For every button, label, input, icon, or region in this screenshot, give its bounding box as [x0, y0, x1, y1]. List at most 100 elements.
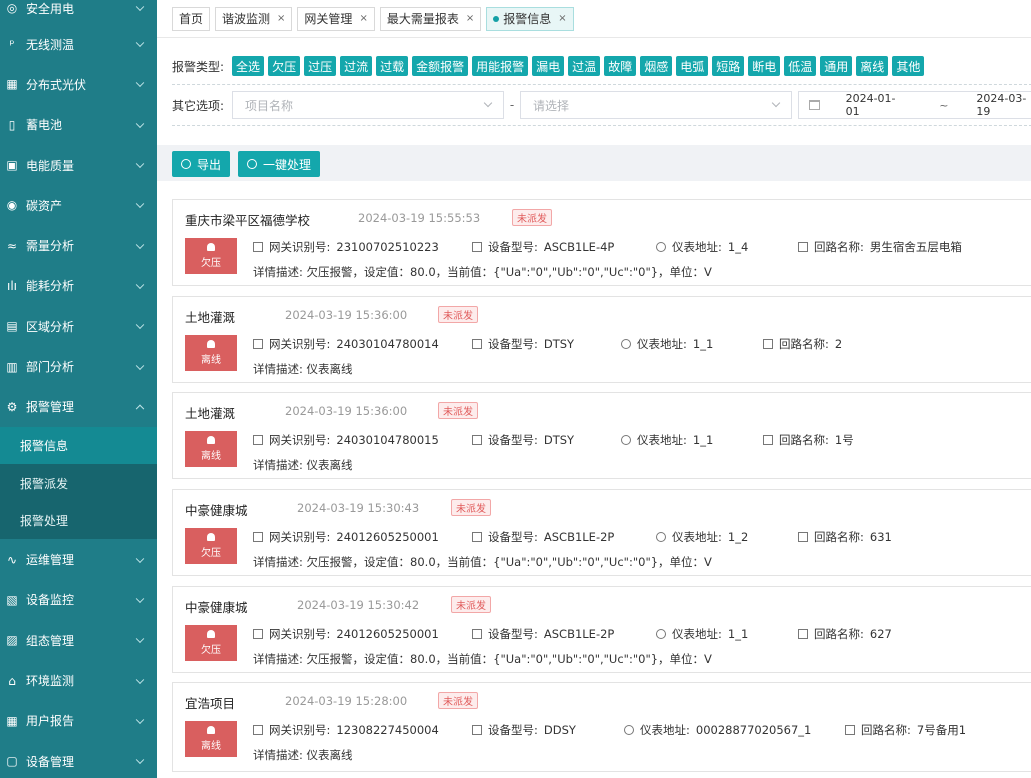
device-icon [472, 435, 482, 445]
sidebar-item-power-quality[interactable]: ▣ 电能质量 [0, 145, 157, 185]
gateway-field: 网关识别号: 24012605250001 [253, 529, 439, 545]
type-button[interactable]: 过压 [304, 56, 337, 76]
tab-max-demand[interactable]: 最大需量报表 × [379, 6, 482, 31]
project-select[interactable]: 项目名称 [232, 91, 505, 119]
option-select[interactable]: 请选择 [520, 91, 793, 119]
type-button[interactable]: 离线 [856, 56, 889, 76]
sidebar-item-label: 电能质量 [26, 158, 75, 173]
detail-value: 欠压报警，设定值：80.0，当前值：{"Ua":"0","Ub":"0","Uc… [306, 265, 712, 279]
date-range-picker[interactable]: 2024-01-01 ~ 2024-03-19 [798, 91, 1031, 119]
type-button[interactable]: 过温 [568, 56, 601, 76]
detail-value: 欠压报警，设定值：80.0，当前值：{"Ua":"0","Ub":"0","Uc… [306, 555, 712, 569]
sidebar-item-label: 组态管理 [26, 633, 75, 648]
alarm-card[interactable]: 重庆市梁平区福德学校 2024-03-19 15:55:53 未派发 欠压 网关… [172, 199, 1031, 286]
type-button[interactable]: 断电 [748, 56, 781, 76]
type-button[interactable]: 故障 [604, 56, 637, 76]
sidebar-item-device-manage[interactable]: ▢ 设备管理 [0, 741, 157, 778]
close-icon[interactable]: × [466, 13, 474, 24]
type-button[interactable]: 漏电 [532, 56, 565, 76]
sidebar-subitem-alarm-info[interactable]: 报警信息 [0, 426, 157, 465]
sidebar-item-department[interactable]: ▥ 部门分析 [0, 346, 157, 386]
alarm-time: 2024-03-19 15:30:42 [297, 598, 420, 612]
alarm-card[interactable]: 土地灌溉 2024-03-19 15:36:00 未派发 离线 网关识别号: 2… [172, 392, 1031, 479]
sidebar-item-alarm[interactable]: ⚙ 报警管理 [0, 387, 157, 427]
sidebar-item-device-monitor[interactable]: ▧ 设备监控 [0, 580, 157, 620]
tab-label: 网关管理 [304, 12, 353, 26]
meter-icon [624, 725, 634, 735]
alarm-card[interactable]: 中豪健康城 2024-03-19 15:30:43 未派发 欠压 网关识别号: … [172, 489, 1031, 576]
meter-icon [621, 339, 631, 349]
sidebar-item-config[interactable]: ▨ 组态管理 [0, 620, 157, 660]
sidebar-item-energy[interactable]: ılı 能耗分析 [0, 266, 157, 306]
type-button[interactable]: 欠压 [268, 56, 301, 76]
type-button[interactable]: 其他 [892, 56, 925, 76]
sidebar-item-label: 能耗分析 [26, 279, 75, 294]
date-start[interactable]: 2024-01-01 [846, 92, 907, 118]
detail-value: 欠压报警，设定值：80.0，当前值：{"Ua":"0","Ub":"0","Uc… [306, 652, 712, 666]
alarm-type-label: 离线 [201, 355, 221, 366]
type-button[interactable]: 用能报警 [472, 56, 529, 76]
export-button[interactable]: 导出 [172, 151, 231, 177]
sidebar-item-safety[interactable]: ◎ 安全用电 [0, 0, 157, 24]
select-placeholder: 请选择 [533, 98, 570, 113]
gateway-field: 网关识别号: 12308227450004 [253, 722, 439, 738]
device-icon [472, 629, 482, 639]
type-button[interactable]: 过流 [340, 56, 373, 76]
gateway-field: 网关识别号: 24012605250001 [253, 626, 439, 642]
sidebar-subitem-alarm-process[interactable]: 报警处理 [0, 502, 157, 540]
alarm-title: 宜浩项目 [185, 696, 236, 711]
device-icon: ▢ [6, 754, 18, 769]
type-button[interactable]: 金额报警 [412, 56, 469, 76]
type-button[interactable]: 通用 [820, 56, 853, 76]
alarm-title: 中豪健康城 [185, 503, 248, 518]
sidebar-item-label: 安全用电 [26, 1, 75, 16]
type-button[interactable]: 过载 [376, 56, 409, 76]
paperclip-icon [178, 156, 194, 172]
close-icon[interactable]: × [359, 13, 367, 24]
sidebar-subitem-alarm-dispatch[interactable]: 报警派发 [0, 464, 157, 502]
type-button[interactable]: 电弧 [676, 56, 709, 76]
sidebar-item-demand[interactable]: ≈ 需量分析 [0, 225, 157, 265]
sidebar-item-label: 分布式光伏 [26, 77, 87, 92]
other-options-label: 其它选项: [172, 98, 225, 113]
sidebar-item-user-report[interactable]: ▦ 用户报告 [0, 701, 157, 741]
device-value: DTSY [543, 433, 575, 447]
sidebar-item-battery[interactable]: ▯ 蓄电池 [0, 105, 157, 145]
device-field: 设备型号: DTSY [472, 336, 574, 352]
type-button[interactable]: 烟感 [640, 56, 673, 76]
device-value: DDSY [543, 723, 576, 737]
sidebar-item-solar[interactable]: ▦ 分布式光伏 [0, 64, 157, 104]
detail-value: 仪表离线 [306, 362, 353, 376]
chevron-down-icon [135, 78, 145, 88]
one-click-process-button[interactable]: 一键处理 [238, 151, 321, 177]
alarm-card[interactable]: 宜浩项目 2024-03-19 15:28:00 未派发 离线 网关识别号: 1… [172, 682, 1031, 772]
tab-gateway[interactable]: 网关管理 × [297, 6, 375, 31]
battery-icon: ▯ [8, 117, 16, 132]
alarm-card[interactable]: 中豪健康城 2024-03-19 15:30:42 未派发 欠压 网关识别号: … [172, 586, 1031, 673]
sidebar-item-carbon[interactable]: ◉ 碳资产 [0, 185, 157, 225]
type-button[interactable]: 全选 [232, 56, 265, 76]
alarm-type-label: 欠压 [201, 548, 221, 559]
chevron-down-icon [135, 280, 145, 289]
tab-home[interactable]: 首页 [172, 6, 211, 31]
alarm-card[interactable]: 土地灌溉 2024-03-19 15:36:00 未派发 离线 网关识别号: 2… [172, 296, 1031, 383]
date-end[interactable]: 2024-03-19 [976, 92, 1031, 118]
tab-harmonic[interactable]: 谐波监测 × [215, 6, 293, 31]
chevron-up-icon [135, 404, 145, 413]
gateway-value: 24012605250001 [336, 627, 439, 641]
close-icon[interactable]: × [558, 13, 566, 24]
type-button[interactable]: 短路 [712, 56, 745, 76]
close-icon[interactable]: × [277, 13, 285, 24]
circuit-value: 2 [834, 337, 843, 351]
sidebar-item-wireless-temp[interactable]: ᵖ 无线测温 [0, 24, 157, 64]
sidebar-item-region[interactable]: ▤ 区域分析 [0, 306, 157, 346]
tab-alarm-info[interactable]: 报警信息 × [486, 6, 574, 31]
status-badge: 未派发 [438, 692, 478, 709]
circuit-field: 回路名称: 631 [798, 529, 892, 545]
sidebar-item-ops[interactable]: ∿ 运维管理 [0, 539, 157, 579]
circuit-icon [798, 242, 808, 252]
chevron-down-icon [135, 159, 145, 169]
sidebar-item-environment[interactable]: ⌂ 环境监测 [0, 660, 157, 700]
alarm-time: 2024-03-19 15:36:00 [285, 308, 408, 322]
type-button[interactable]: 低温 [784, 56, 817, 76]
